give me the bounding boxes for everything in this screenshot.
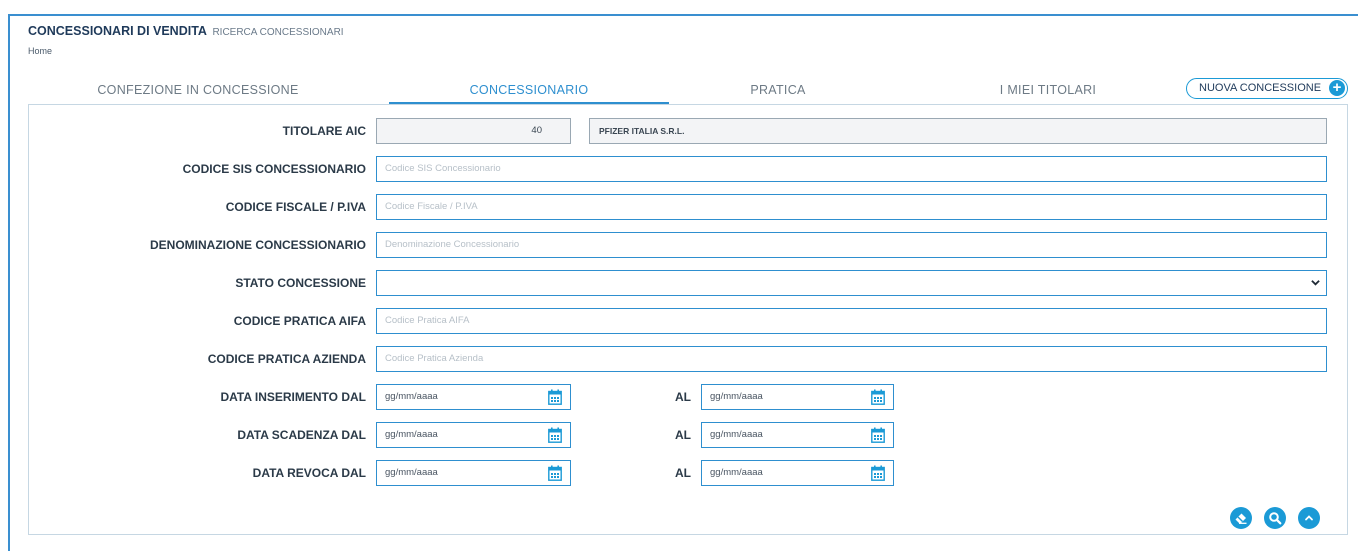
plus-icon: + [1329, 80, 1345, 96]
date-placeholder: gg/mm/aaaa [710, 391, 763, 402]
al-label: AL [675, 466, 691, 480]
codice-pratica-azienda-label: CODICE PRATICA AZIENDA [207, 352, 366, 366]
row-stato-concessione: STATO CONCESSIONE [29, 270, 1347, 296]
titolare-aic-label: TITOLARE AIC [282, 124, 366, 138]
search-button[interactable] [1264, 507, 1286, 529]
denominazione-label: DENOMINAZIONE CONCESSIONARIO [149, 238, 366, 252]
search-icon [1269, 512, 1282, 525]
date-placeholder: gg/mm/aaaa [710, 467, 763, 478]
codice-sis-input[interactable]: Codice SIS Concessionario [376, 156, 1327, 182]
nuova-concessione-button[interactable]: NUOVA CONCESSIONE + [1186, 78, 1348, 99]
stato-concessione-label: STATO CONCESSIONE [235, 276, 366, 290]
data-revoca-label: DATA REVOCA DAL [252, 466, 366, 480]
data-scadenza-al-input[interactable]: gg/mm/aaaa [701, 422, 894, 448]
date-placeholder: gg/mm/aaaa [385, 467, 438, 478]
codice-fiscale-label: CODICE FISCALE / P.IVA [225, 200, 366, 214]
page-title-sub: RICERCA CONCESSIONARI [212, 27, 344, 38]
data-inserimento-al-input[interactable]: gg/mm/aaaa [701, 384, 894, 410]
breadcrumb[interactable]: Home [28, 46, 52, 56]
row-codice-sis: CODICE SIS CONCESSIONARIO Codice SIS Con… [29, 156, 1347, 182]
eraser-icon [1235, 513, 1247, 524]
denominazione-input[interactable]: Denominazione Concessionario [376, 232, 1327, 258]
row-denominazione: DENOMINAZIONE CONCESSIONARIO Denominazio… [29, 232, 1347, 258]
row-data-inserimento: DATA INSERIMENTO DAL gg/mm/aaaa AL gg/mm… [29, 384, 1347, 410]
page-title-main: CONCESSIONARI DI VENDITA [28, 24, 207, 38]
titolare-aic-code-field: 40 [376, 118, 571, 144]
tab-i-miei-titolari[interactable]: I MIEI TITOLARI [948, 78, 1148, 104]
nuova-concessione-label: NUOVA CONCESSIONE [1199, 82, 1322, 94]
data-revoca-al-input[interactable]: gg/mm/aaaa [701, 460, 894, 486]
codice-pratica-azienda-input[interactable]: Codice Pratica Azienda [376, 346, 1327, 372]
tab-confezione-in-concessione[interactable]: CONFEZIONE IN CONCESSIONE [68, 78, 328, 104]
data-scadenza-dal-input[interactable]: gg/mm/aaaa [376, 422, 571, 448]
row-titolare-aic: TITOLARE AIC 40 PFIZER ITALIA S.R.L. [29, 118, 1347, 144]
collapse-button[interactable] [1298, 507, 1320, 529]
calendar-icon[interactable] [871, 389, 885, 405]
calendar-icon[interactable] [548, 465, 562, 481]
chevron-down-icon [1311, 280, 1320, 286]
search-form-panel: TITOLARE AIC 40 PFIZER ITALIA S.R.L. COD… [28, 104, 1348, 535]
data-inserimento-label: DATA INSERIMENTO DAL [220, 390, 366, 404]
clear-button[interactable] [1230, 507, 1252, 529]
row-data-revoca: DATA REVOCA DAL gg/mm/aaaa AL gg/mm/aaaa [29, 460, 1347, 486]
codice-pratica-aifa-label: CODICE PRATICA AIFA [233, 314, 366, 328]
page-title: CONCESSIONARI DI VENDITA RICERCA CONCESS… [28, 24, 344, 38]
titolare-aic-name-field: PFIZER ITALIA S.R.L. [589, 118, 1327, 144]
calendar-icon[interactable] [548, 389, 562, 405]
calendar-icon[interactable] [548, 427, 562, 443]
codice-pratica-aifa-input[interactable]: Codice Pratica AIFA [376, 308, 1327, 334]
data-scadenza-label: DATA SCADENZA DAL [237, 428, 366, 442]
tab-pratica[interactable]: PRATICA [678, 78, 878, 104]
al-label: AL [675, 390, 691, 404]
row-codice-pratica-azienda: CODICE PRATICA AZIENDA Codice Pratica Az… [29, 346, 1347, 372]
calendar-icon[interactable] [871, 465, 885, 481]
codice-fiscale-input[interactable]: Codice Fiscale / P.IVA [376, 194, 1327, 220]
tab-bar: CONFEZIONE IN CONCESSIONE CONCESSIONARIO… [28, 78, 1348, 104]
codice-sis-label: CODICE SIS CONCESSIONARIO [182, 162, 366, 176]
breadcrumb-home[interactable]: Home [28, 46, 52, 56]
date-placeholder: gg/mm/aaaa [385, 391, 438, 402]
row-codice-fiscale: CODICE FISCALE / P.IVA Codice Fiscale / … [29, 194, 1347, 220]
data-inserimento-dal-input[interactable]: gg/mm/aaaa [376, 384, 571, 410]
row-codice-pratica-aifa: CODICE PRATICA AIFA Codice Pratica AIFA [29, 308, 1347, 334]
stato-concessione-select[interactable] [376, 270, 1327, 296]
calendar-icon[interactable] [871, 427, 885, 443]
tab-concessionario[interactable]: CONCESSIONARIO [389, 78, 669, 104]
row-data-scadenza: DATA SCADENZA DAL gg/mm/aaaa AL gg/mm/aa… [29, 422, 1347, 448]
date-placeholder: gg/mm/aaaa [710, 429, 763, 440]
chevron-up-icon [1305, 515, 1313, 521]
date-placeholder: gg/mm/aaaa [385, 429, 438, 440]
al-label: AL [675, 428, 691, 442]
data-revoca-dal-input[interactable]: gg/mm/aaaa [376, 460, 571, 486]
